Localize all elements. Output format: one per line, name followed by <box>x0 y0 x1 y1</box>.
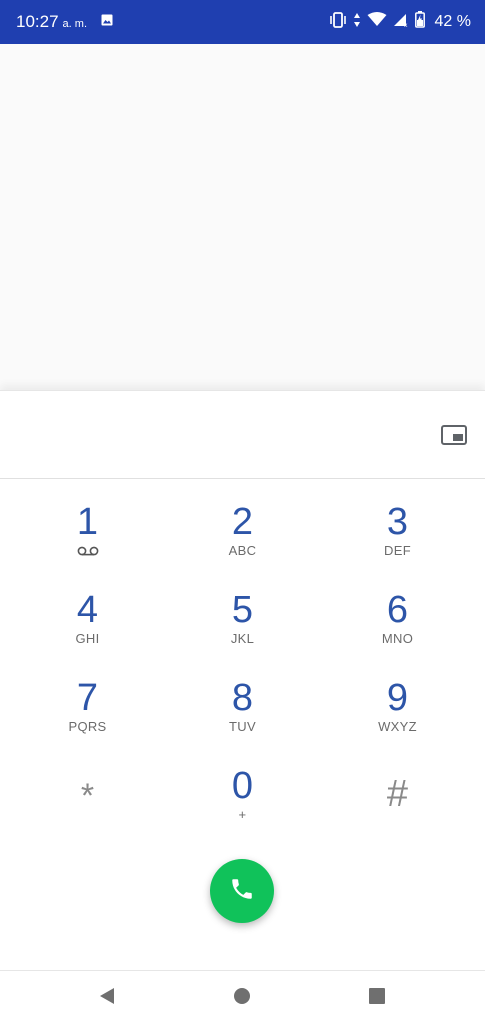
navigation-bar <box>0 970 485 1025</box>
key-letters: PQRS <box>68 719 107 734</box>
status-ampm: a. m. <box>62 18 87 30</box>
key-letters: MNO <box>381 631 414 646</box>
key-letters: ABC <box>228 543 257 558</box>
recents-icon <box>368 987 386 1010</box>
wifi-icon <box>367 12 387 32</box>
recents-button[interactable] <box>347 971 407 1025</box>
key-digit: 1 <box>76 501 99 543</box>
image-icon <box>101 13 113 31</box>
key-2[interactable]: 2 ABC <box>165 500 320 588</box>
key-digit: 4 <box>76 589 99 631</box>
picture-in-picture-icon <box>441 424 467 450</box>
key-digit: 7 <box>76 677 99 719</box>
key-digit: 2 <box>231 501 254 543</box>
vibrate-icon <box>329 11 347 33</box>
key-0[interactable]: 0 + <box>165 764 320 852</box>
key-letters: WXYZ <box>378 719 417 734</box>
key-1[interactable]: 1 <box>10 500 165 588</box>
key-4[interactable]: 4 GHI <box>10 588 165 676</box>
svg-text:x: x <box>404 22 408 27</box>
key-letters: JKL <box>230 631 255 646</box>
key-star[interactable]: * <box>10 764 165 852</box>
key-letters: DEF <box>384 543 411 558</box>
keypad: 1 2 ABC 3 DEF 4 GHI 5 JKL 6 MNO 7 PQRS 8… <box>10 500 475 852</box>
home-button[interactable] <box>212 971 272 1025</box>
dialed-number-field[interactable] <box>0 398 485 479</box>
key-3[interactable]: 3 DEF <box>320 500 475 588</box>
phone-icon <box>229 876 255 907</box>
status-bar: 10:27 a. m. x 42 % <box>0 0 485 44</box>
key-letters: GHI <box>75 631 100 646</box>
data-arrows-icon <box>353 12 361 33</box>
picture-in-picture-button[interactable] <box>441 424 467 450</box>
battery-percent: 42 % <box>434 13 471 30</box>
voicemail-icon <box>77 544 99 558</box>
key-digit: # <box>386 773 409 815</box>
back-icon <box>98 987 116 1010</box>
key-hash[interactable]: # <box>320 764 475 852</box>
key-digit: 3 <box>386 501 409 543</box>
key-digit: 9 <box>386 677 409 719</box>
key-digit: 8 <box>231 677 254 719</box>
signal-icon: x <box>393 12 409 32</box>
key-letters: + <box>238 807 247 822</box>
key-digit: 0 <box>231 765 254 807</box>
key-5[interactable]: 5 JKL <box>165 588 320 676</box>
call-button[interactable] <box>210 859 274 923</box>
key-6[interactable]: 6 MNO <box>320 588 475 676</box>
key-9[interactable]: 9 WXYZ <box>320 676 475 764</box>
home-icon <box>233 987 251 1010</box>
key-8[interactable]: 8 TUV <box>165 676 320 764</box>
key-7[interactable]: 7 PQRS <box>10 676 165 764</box>
key-digit: 6 <box>386 589 409 631</box>
empty-content-area <box>0 44 485 390</box>
status-time: 10:27 a. m. <box>16 12 87 31</box>
key-letters: TUV <box>229 719 256 734</box>
battery-icon <box>414 11 425 33</box>
key-digit: * <box>80 777 95 815</box>
back-button[interactable] <box>77 971 137 1025</box>
key-digit: 5 <box>231 589 254 631</box>
